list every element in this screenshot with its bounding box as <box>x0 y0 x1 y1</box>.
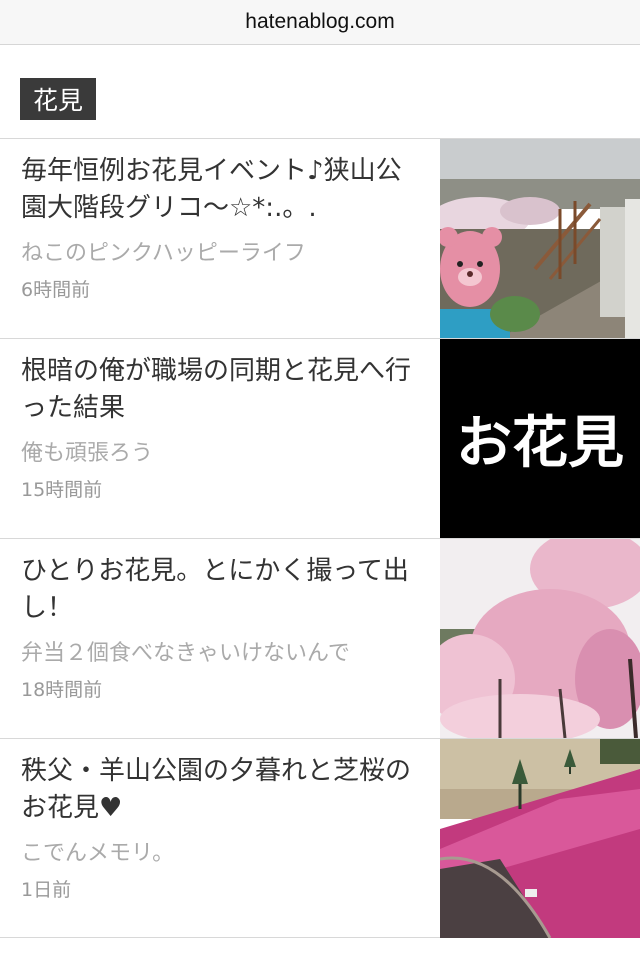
entry-blog-name: 弁当２個食べなきゃいけないんで <box>21 641 350 666</box>
entry-title[interactable]: 毎年恒例お花見イベント♪狭山公園大階段グリコ〜☆*:.。. <box>21 153 421 227</box>
entry-item[interactable]: ひとりお花見。とにかく撮って出し！ 弁当２個食べなきゃいけないんで 18時間前 <box>0 538 640 738</box>
entry-thumbnail-moss-phlox[interactable] <box>440 739 640 938</box>
entry-item[interactable]: 根暗の俺が職場の同期と花見へ行った結果 俺も頑張ろう 15時間前 お花見 <box>0 338 640 538</box>
entry-text: 毎年恒例お花見イベント♪狭山公園大階段グリコ〜☆*:.。. ねこのピンクハッピー… <box>21 153 421 302</box>
entry-blog-name: 俺も頑張ろう <box>21 441 154 466</box>
entry-time: 18時間前 <box>21 679 103 701</box>
entry-title[interactable]: ひとりお花見。とにかく撮って出し！ <box>21 553 421 627</box>
entry-title[interactable]: 根暗の俺が職場の同期と花見へ行った結果 <box>21 353 421 427</box>
entry-text: 根暗の俺が職場の同期と花見へ行った結果 俺も頑張ろう 15時間前 <box>21 353 421 502</box>
browser-address-bar[interactable]: hatenablog.com <box>0 0 640 45</box>
tag-header: 花見 <box>0 45 640 139</box>
entry-time: 6時間前 <box>21 279 91 301</box>
entry-thumbnail-cherry-blossoms[interactable] <box>440 539 640 738</box>
entry-thumbnail-ohanami-text[interactable]: お花見 <box>440 339 640 538</box>
thumbnail-caption: お花見 <box>456 410 624 476</box>
entry-thumbnail-park-stairs[interactable] <box>440 139 640 338</box>
entry-title[interactable]: 秩父・羊山公園の夕暮れと芝桜のお花見♥ <box>21 753 421 827</box>
entry-item[interactable]: 秩父・羊山公園の夕暮れと芝桜のお花見♥ こでんメモリ。 1日前 <box>0 738 640 938</box>
tag-label[interactable]: 花見 <box>20 78 97 120</box>
entry-text: ひとりお花見。とにかく撮って出し！ 弁当２個食べなきゃいけないんで 18時間前 <box>21 553 421 702</box>
entry-blog-name: こでんメモリ。 <box>21 841 175 866</box>
url-text: hatenablog.com <box>245 10 395 33</box>
entry-time: 15時間前 <box>21 479 103 501</box>
entry-item[interactable]: 毎年恒例お花見イベント♪狭山公園大階段グリコ〜☆*:.。. ねこのピンクハッピー… <box>0 138 640 338</box>
entry-blog-name: ねこのピンクハッピーライフ <box>21 241 306 266</box>
entry-text: 秩父・羊山公園の夕暮れと芝桜のお花見♥ こでんメモリ。 1日前 <box>21 753 421 902</box>
entry-time: 1日前 <box>21 879 72 901</box>
entry-list: 毎年恒例お花見イベント♪狭山公園大階段グリコ〜☆*:.。. ねこのピンクハッピー… <box>0 138 640 938</box>
